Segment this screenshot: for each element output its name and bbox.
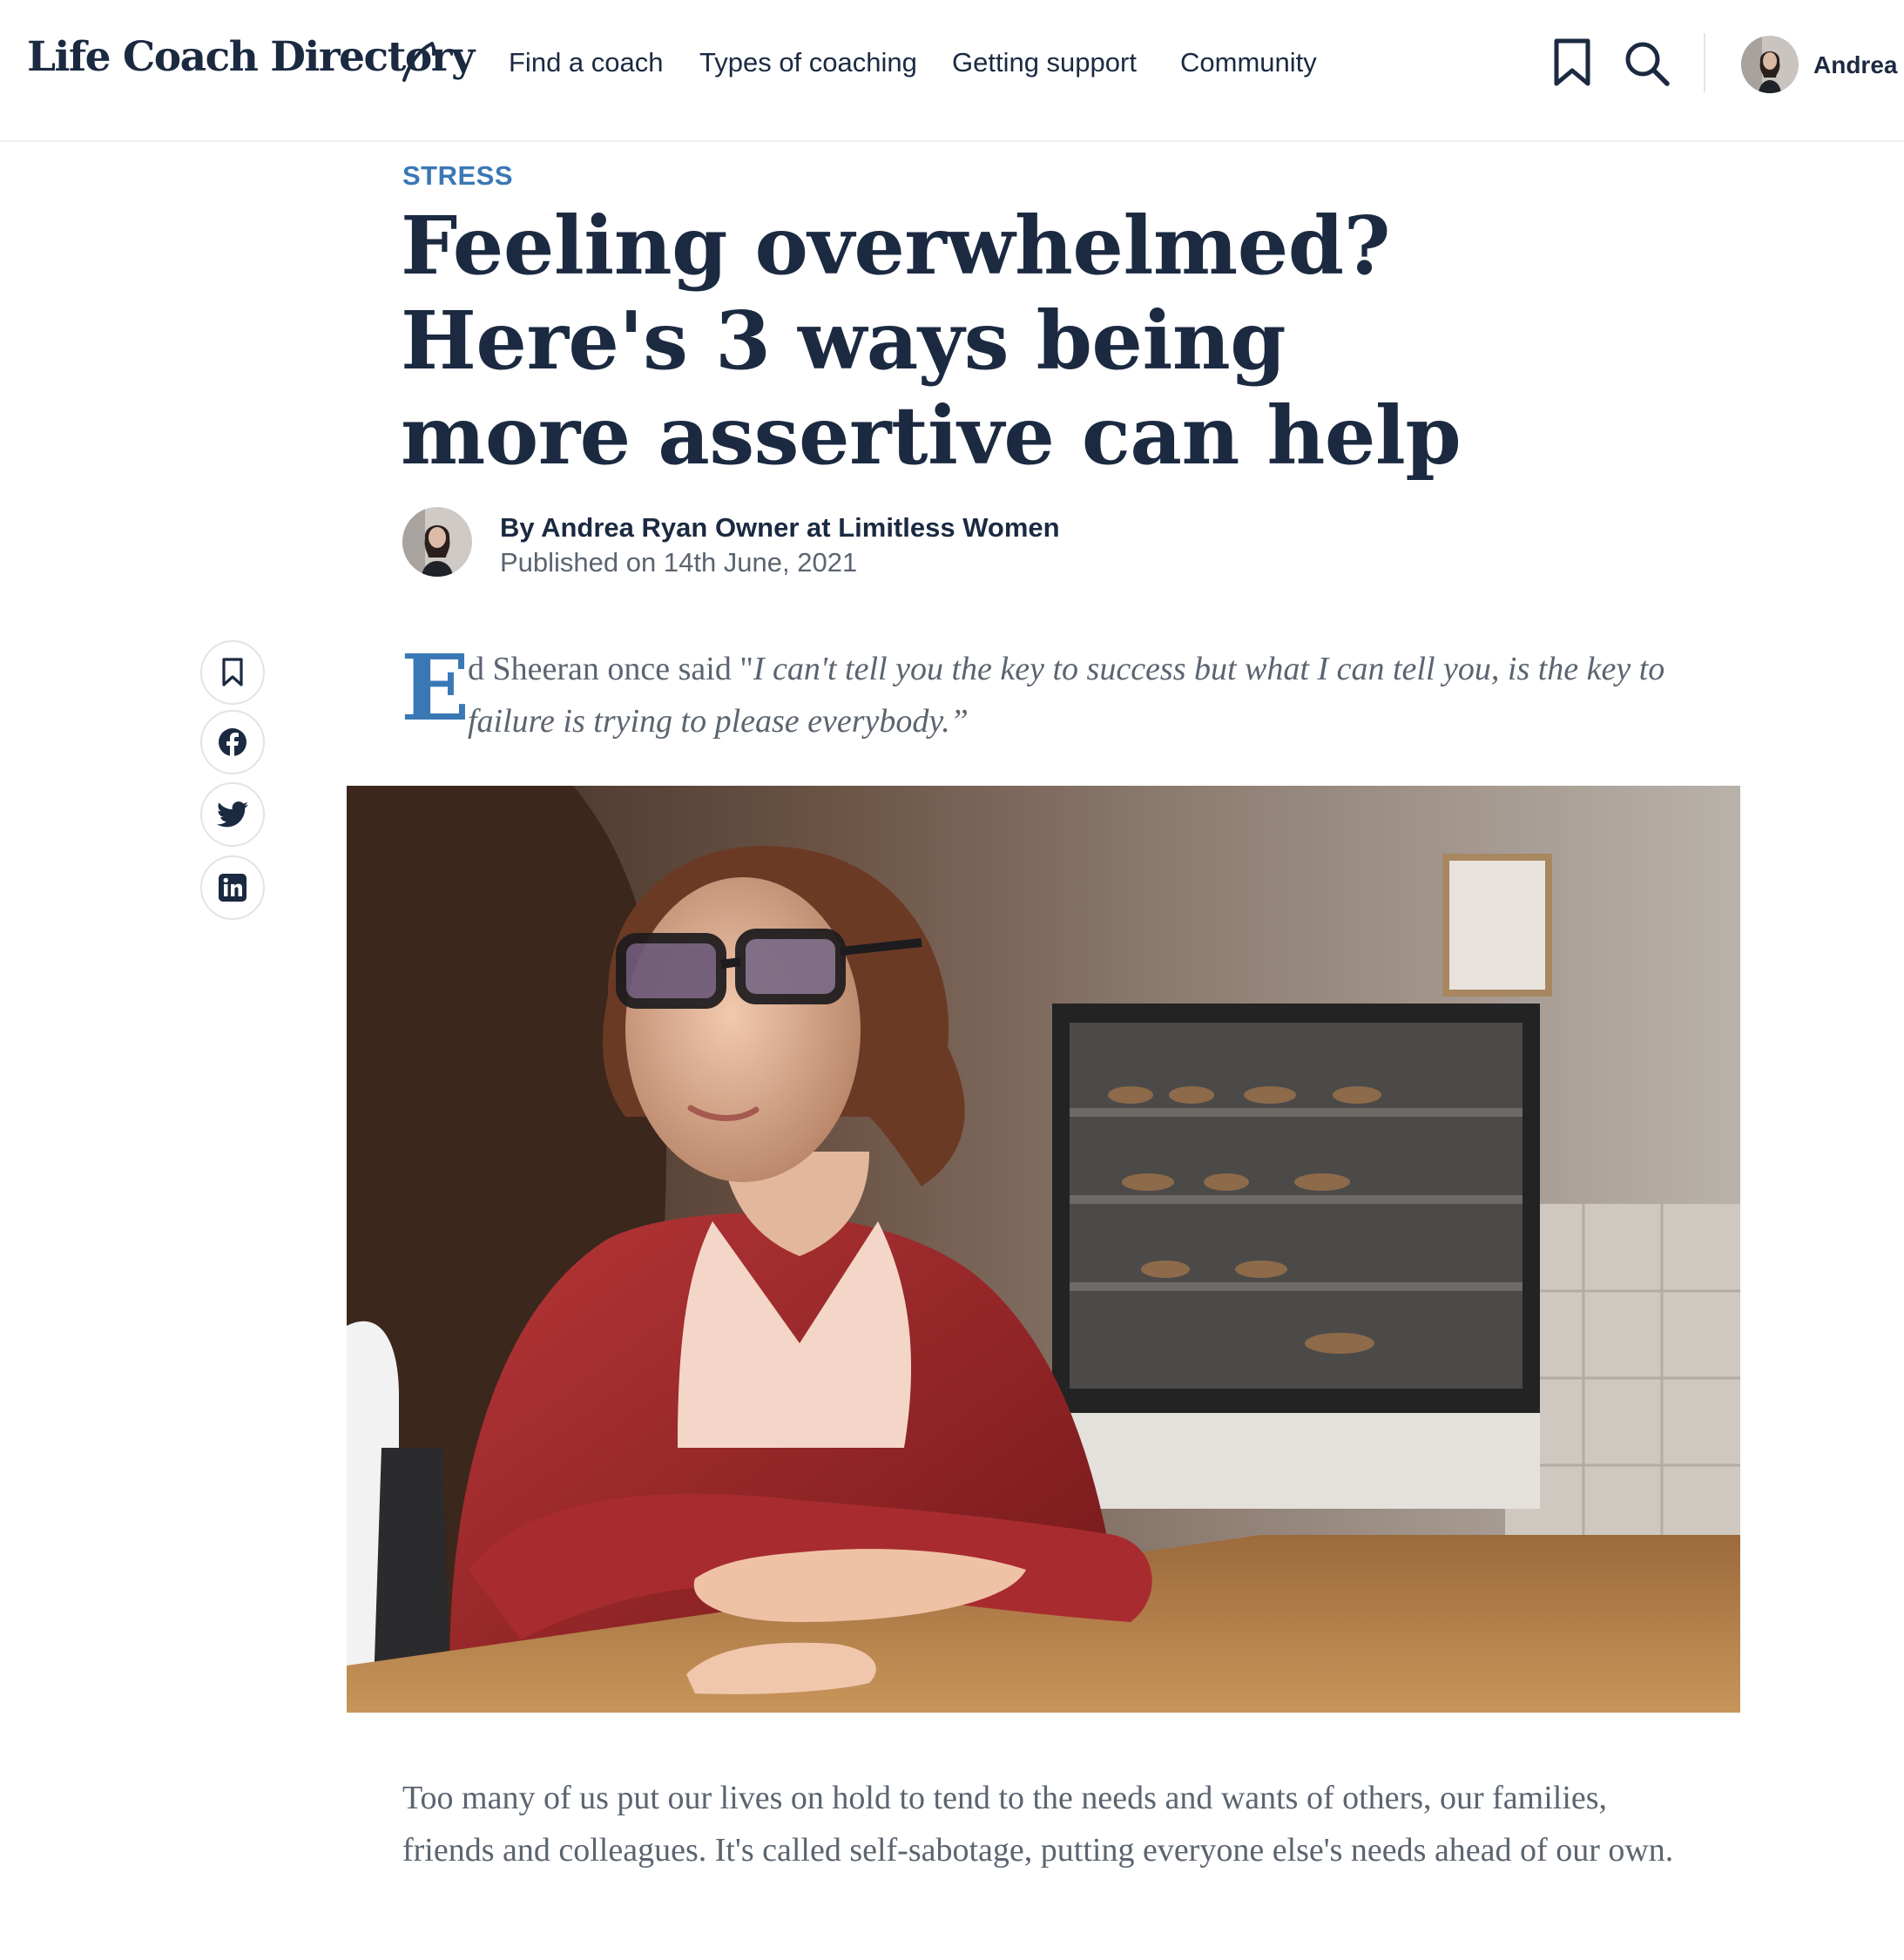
article-title: Feeling overwhelmed? Here's 3 ways being… bbox=[401, 199, 1462, 483]
author-name: Andrea Ryan Owner at Limitless Women bbox=[541, 512, 1060, 543]
user-name[interactable]: Andrea bbox=[1813, 51, 1897, 79]
twitter-icon bbox=[217, 801, 248, 828]
share-linkedin-button[interactable] bbox=[200, 855, 265, 920]
hero-image bbox=[347, 786, 1740, 1713]
logo-swoosh-icon bbox=[402, 42, 436, 82]
share-bookmark-button[interactable] bbox=[200, 640, 265, 705]
facebook-icon bbox=[219, 728, 246, 757]
share-facebook-button[interactable] bbox=[200, 710, 265, 774]
bookmark-icon bbox=[222, 658, 243, 686]
site-header: Life Coach Directory Find a coach Types … bbox=[0, 0, 1904, 142]
user-avatar[interactable] bbox=[1741, 36, 1799, 93]
drop-cap: E bbox=[401, 634, 470, 741]
linkedin-icon bbox=[219, 874, 246, 902]
nav-types-of-coaching[interactable]: Types of coaching bbox=[699, 47, 917, 78]
nav-community[interactable]: Community bbox=[1180, 47, 1317, 78]
author-prefix: By bbox=[500, 512, 535, 543]
nav-getting-support[interactable]: Getting support bbox=[952, 47, 1137, 78]
author-byline[interactable]: By Andrea Ryan Owner at Limitless Women bbox=[500, 512, 1060, 544]
share-twitter-button[interactable] bbox=[200, 782, 265, 847]
author-avatar[interactable] bbox=[402, 507, 472, 577]
body-paragraph: Too many of us put our lives on hold to … bbox=[402, 1780, 1674, 1869]
article-category[interactable]: STRESS bbox=[402, 160, 513, 192]
intro-quote: d Sheeran once said "I can't tell you th… bbox=[468, 643, 1722, 747]
published-date: Published on 14th June, 2021 bbox=[500, 547, 858, 578]
header-divider bbox=[1704, 33, 1705, 92]
intro-lead: d Sheeran once said " bbox=[468, 651, 753, 687]
bookmark-icon[interactable] bbox=[1552, 38, 1592, 87]
nav-find-a-coach[interactable]: Find a coach bbox=[509, 47, 664, 78]
search-icon[interactable] bbox=[1624, 40, 1671, 87]
